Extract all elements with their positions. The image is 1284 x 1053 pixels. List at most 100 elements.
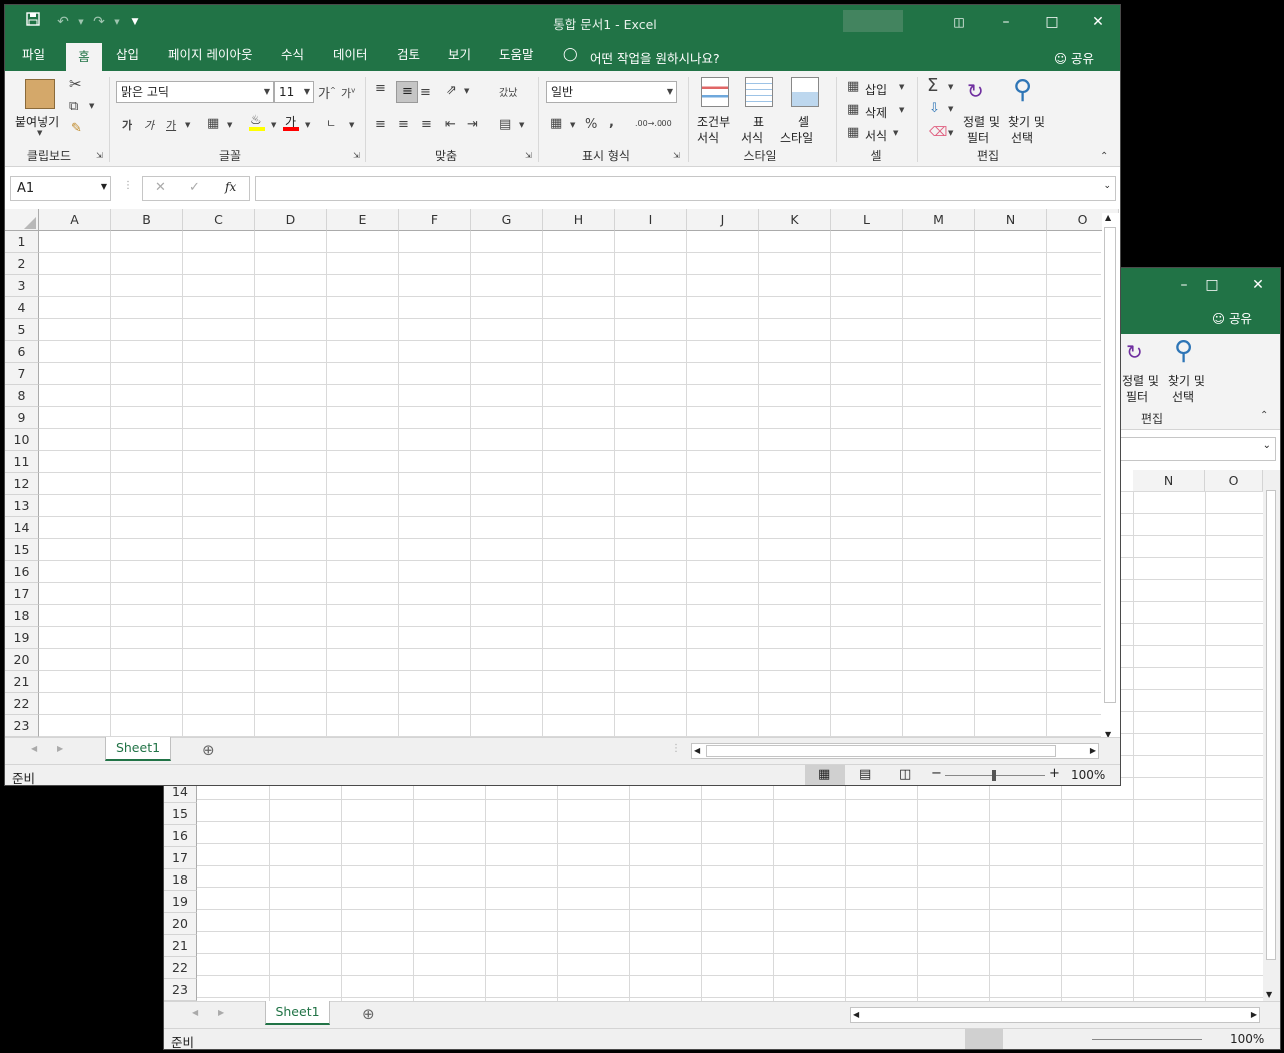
name-box[interactable]: A1 ▼	[10, 176, 111, 201]
column-header[interactable]: K	[759, 209, 831, 231]
tab-data[interactable]: 데이터	[323, 39, 378, 71]
normal-view-button[interactable]: ▦	[805, 765, 845, 785]
row-header[interactable]: 18	[5, 605, 39, 627]
row-header[interactable]: 14	[5, 517, 39, 539]
row-header[interactable]: 22	[164, 957, 197, 979]
column-header[interactable]: F	[399, 209, 471, 231]
column-header[interactable]: C	[183, 209, 255, 231]
tell-me-search[interactable]: 어떤 작업을 원하시나요?	[590, 48, 720, 67]
tab-view[interactable]: 보기	[438, 39, 481, 71]
font-color-dropdown-icon[interactable]: ▼	[305, 121, 310, 129]
font-color-icon[interactable]: 가	[283, 113, 299, 131]
find-icon[interactable]: ⚲	[1013, 75, 1032, 105]
row-header[interactable]: 1	[5, 231, 39, 253]
autosum-icon[interactable]: Σ	[927, 75, 938, 96]
zoom-level[interactable]: 100%	[1071, 768, 1105, 782]
bold-button[interactable]: 가	[122, 117, 132, 133]
conditional-format-button[interactable]: 조건부	[697, 113, 730, 130]
percent-style-button[interactable]: %	[585, 117, 597, 132]
minimize-icon[interactable]: –	[996, 12, 1016, 32]
fill-color-dropdown-icon[interactable]: ▼	[271, 121, 276, 129]
format-cells-icon[interactable]: ▦	[847, 125, 859, 140]
decrease-indent-icon[interactable]: ⇤	[445, 117, 456, 132]
row-header[interactable]: 2	[5, 253, 39, 275]
align-center-icon[interactable]: ≡	[398, 117, 409, 132]
collapse-ribbon-icon[interactable]: ⌃	[1100, 151, 1108, 162]
sheet-tab[interactable]: Sheet1	[265, 1001, 330, 1025]
orientation-dropdown-icon[interactable]: ▼	[464, 87, 469, 95]
row-header[interactable]: 5	[5, 319, 39, 341]
clear-icon[interactable]: ⌫	[929, 125, 947, 140]
find-select-label-2[interactable]: 선택	[1172, 388, 1194, 405]
column-header[interactable]: E	[327, 209, 399, 231]
row-header[interactable]: 16	[164, 825, 197, 847]
accounting-dropdown-icon[interactable]: ▼	[570, 121, 575, 129]
row-header[interactable]: 21	[164, 935, 197, 957]
row-header[interactable]: 17	[164, 847, 197, 869]
undo-dropdown-icon[interactable]: ▼	[71, 12, 91, 32]
sort-filter-label-2[interactable]: 필터	[1126, 388, 1148, 405]
row-header[interactable]: 10	[5, 429, 39, 451]
sort-filter-button[interactable]: 정렬 및	[963, 113, 1000, 130]
column-header[interactable]: M	[903, 209, 975, 231]
add-sheet-icon[interactable]: ⊕	[202, 741, 215, 759]
cancel-icon[interactable]: ✕	[155, 180, 166, 195]
worksheet-grid[interactable]: ABCDEFGHIJKLMNO 1 2 3 4 5 6 7 8 9 10 11 12 13 14 15 16 1…	[5, 209, 1120, 739]
row-header[interactable]: 15	[164, 803, 197, 825]
tab-home[interactable]: 홈	[66, 43, 102, 71]
scroll-right-icon[interactable]: ▶	[1251, 1010, 1257, 1019]
vertical-scrollbar[interactable]: ▲ ▼	[1102, 213, 1119, 739]
zoom-thumb[interactable]	[992, 770, 996, 781]
minimize-icon[interactable]: –	[1174, 275, 1194, 295]
accounting-format-icon[interactable]: ▦	[550, 116, 562, 131]
row-header[interactable]: 12	[5, 473, 39, 495]
increase-font-icon[interactable]: 가^	[318, 83, 336, 102]
number-launcher-icon[interactable]: ⇲	[673, 151, 680, 160]
share-button[interactable]: ☺ 공유	[1212, 308, 1252, 327]
insert-dropdown-icon[interactable]: ▼	[899, 83, 904, 91]
chevron-down-icon[interactable]: ▼	[101, 182, 107, 191]
align-right-icon[interactable]: ≡	[421, 117, 432, 132]
cut-icon[interactable]: ✂	[69, 75, 82, 93]
scroll-left-icon[interactable]: ◀	[694, 746, 700, 755]
ribbon-display-icon[interactable]: ◫	[949, 12, 969, 32]
next-sheet-icon[interactable]: ▶	[218, 1008, 224, 1017]
format-table-icon[interactable]	[745, 77, 773, 107]
find-select-label[interactable]: 찾기 및	[1168, 372, 1205, 389]
sort-filter-label-2[interactable]: 필터	[967, 129, 989, 146]
select-all-button[interactable]	[5, 209, 39, 231]
format-table-label-2[interactable]: 서식	[741, 129, 763, 146]
merge-dropdown-icon[interactable]: ▼	[519, 121, 524, 129]
conditional-format-icon[interactable]	[701, 77, 729, 107]
scroll-up-icon[interactable]: ▲	[1105, 213, 1111, 222]
fill-down-icon[interactable]: ⇩	[929, 101, 940, 116]
expand-formula-icon[interactable]: ⌄	[1103, 181, 1111, 191]
collapse-ribbon-icon[interactable]: ⌃	[1260, 410, 1268, 421]
delete-cells-icon[interactable]: ▦	[847, 102, 859, 117]
row-header[interactable]: 21	[5, 671, 39, 693]
row-header[interactable]: 13	[5, 495, 39, 517]
increase-decimal-button[interactable]: .00→.0	[635, 119, 662, 128]
find-select-button[interactable]: 찾기 및	[1008, 113, 1045, 130]
sort-filter-label[interactable]: 정렬 및	[1122, 372, 1159, 389]
more-options-icon[interactable]: ⋮	[123, 180, 133, 191]
row-header[interactable]: 19	[164, 891, 197, 913]
border-icon[interactable]: ▦	[207, 116, 219, 131]
font-launcher-icon[interactable]: ⇲	[353, 151, 360, 160]
scroll-thumb[interactable]	[1104, 227, 1116, 703]
excel-window[interactable]: ↶ ▼ ↷ ▼ ▼ 통합 문서1 - Excel ◫ – □ ✕ 파일 홈 삽입…	[4, 4, 1121, 786]
zoom-out-icon[interactable]: −	[931, 766, 942, 781]
paste-dropdown-icon[interactable]: ▼	[37, 129, 42, 137]
row-header[interactable]: 9	[5, 407, 39, 429]
column-header[interactable]: G	[471, 209, 543, 231]
save-icon[interactable]	[23, 12, 43, 32]
comma-style-button[interactable]: ,	[609, 115, 614, 130]
normal-view-button[interactable]	[965, 1029, 1003, 1049]
phonetic-dropdown-icon[interactable]: ▼	[349, 121, 354, 129]
row-header[interactable]: 18	[164, 869, 197, 891]
redo-icon[interactable]: ↷	[89, 12, 109, 32]
paste-icon[interactable]	[25, 79, 55, 109]
insert-cells-icon[interactable]: ▦	[847, 79, 859, 94]
orientation-icon[interactable]: ⇗	[446, 83, 457, 98]
font-name-select[interactable]: 맑은 고딕 ▼	[116, 81, 274, 103]
